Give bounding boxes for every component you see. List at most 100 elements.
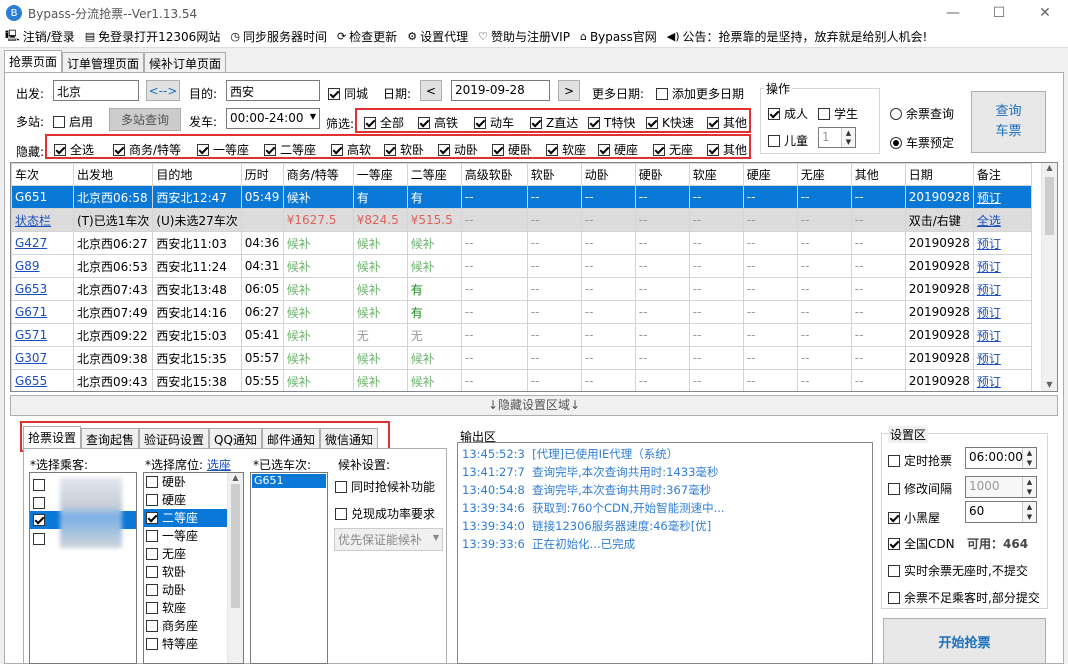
- train-number[interactable]: G653: [11, 277, 74, 301]
- spin-arrows-icon[interactable]: ▲ ▼: [1022, 477, 1036, 497]
- column-header[interactable]: 硬座: [742, 163, 798, 186]
- column-header[interactable]: 车次: [11, 163, 74, 186]
- seat-select-link[interactable]: 选座: [207, 458, 231, 472]
- no-seat-option-check[interactable]: [888, 565, 900, 577]
- from-station-input[interactable]: 北京: [53, 80, 139, 101]
- to-station-input[interactable]: 西安: [226, 80, 320, 101]
- hide-checkbox[interactable]: 二等座: [264, 141, 316, 158]
- seat-check[interactable]: [146, 602, 158, 614]
- column-header[interactable]: 目的地: [152, 163, 242, 186]
- date-input[interactable]: 2019-09-28: [451, 80, 550, 101]
- filter-checkbox[interactable]: 全部: [364, 114, 404, 131]
- hide-check[interactable]: [438, 144, 450, 156]
- tab-ticket-page[interactable]: 抢票页面: [4, 50, 63, 72]
- hide-check[interactable]: [331, 144, 343, 156]
- train-row[interactable]: G655 北京西09:43 西安北15:38 05:55 候补 候补 候补 -- -- -- -- -…: [11, 369, 1032, 391]
- seat-check[interactable]: [146, 476, 158, 488]
- enable-checkbox[interactable]: 启用: [53, 113, 93, 130]
- seat-check[interactable]: [146, 638, 158, 650]
- child-checkbox[interactable]: 儿童: [768, 132, 808, 149]
- seat-check[interactable]: [146, 494, 158, 506]
- filter-checkbox[interactable]: Z直达: [530, 114, 578, 131]
- student-check[interactable]: [818, 108, 830, 120]
- train-number[interactable]: G655: [11, 369, 74, 391]
- cdn-check[interactable]: [888, 538, 900, 550]
- menu-item-4[interactable]: ⚙ 设置代理: [402, 28, 473, 45]
- passenger-check[interactable]: [33, 497, 45, 509]
- filter-check[interactable]: [418, 117, 430, 129]
- column-header[interactable]: 二等座: [406, 163, 462, 186]
- train-row[interactable]: G571 北京西09:22 西安北15:03 05:41 候补无无 -- -- -- -- -- -…: [11, 323, 1032, 347]
- hide-checkbox[interactable]: 高软: [331, 141, 371, 158]
- passenger-item[interactable]: [33, 478, 49, 492]
- hide-checkbox[interactable]: 硬座: [598, 141, 638, 158]
- add-more-dates-checkbox[interactable]: 添加更多日期: [656, 85, 744, 102]
- settings-tab[interactable]: QQ通知: [209, 428, 262, 448]
- spin-arrows-icon[interactable]: ▲ ▼: [1022, 448, 1036, 468]
- selected-train-item[interactable]: G651: [252, 474, 326, 488]
- hide-checkbox[interactable]: 动卧: [438, 141, 478, 158]
- book-link[interactable]: 预订: [972, 346, 1032, 370]
- hide-check[interactable]: [598, 144, 610, 156]
- status-row[interactable]: 状态栏 (T)已选1车次 (U)未选27车次 ¥1627.5 ¥824.5 ¥515.5-…: [11, 208, 1032, 232]
- hide-checkbox[interactable]: 商务/特等: [113, 141, 181, 158]
- table-scrollbar[interactable]: ▲ ▼: [1041, 163, 1057, 391]
- tab-waitlist-order[interactable]: 候补订单页面: [144, 52, 227, 72]
- interval-check[interactable]: [888, 483, 900, 495]
- passenger-check[interactable]: [33, 533, 45, 545]
- menu-item-1[interactable]: ▤ 免登录打开12306网站: [80, 28, 226, 45]
- column-header[interactable]: 软卧: [526, 163, 582, 186]
- maximize-button[interactable]: ☐: [976, 0, 1022, 26]
- column-header[interactable]: 备注: [972, 163, 1032, 186]
- seat-check[interactable]: [146, 584, 158, 596]
- menu-item-5[interactable]: ♡ 赞助与注册VIP: [473, 28, 575, 45]
- add-more-dates-check[interactable]: [656, 88, 668, 100]
- settings-tab[interactable]: 验证码设置: [139, 428, 210, 448]
- enable-check[interactable]: [53, 116, 65, 128]
- same-city-checkbox[interactable]: 同城: [328, 85, 368, 102]
- filter-checkbox[interactable]: 高铁: [418, 114, 458, 131]
- book-link[interactable]: 全选: [972, 208, 1032, 232]
- hide-checkbox[interactable]: 软座: [546, 141, 586, 158]
- scroll-up-icon[interactable]: ▲: [228, 473, 243, 482]
- book-link[interactable]: 预订: [972, 323, 1032, 347]
- selected-train-list[interactable]: G651: [250, 472, 328, 664]
- hide-check[interactable]: [707, 144, 719, 156]
- close-button[interactable]: ✕: [1022, 0, 1068, 26]
- adult-check[interactable]: [768, 108, 780, 120]
- hide-check[interactable]: [546, 144, 558, 156]
- remain-query-radio-dot[interactable]: [890, 108, 902, 120]
- filter-checkbox[interactable]: K快速: [646, 114, 694, 131]
- hide-check[interactable]: [384, 144, 396, 156]
- seat-check[interactable]: [146, 530, 158, 542]
- no-seat-option-checkbox[interactable]: 实时余票无座时,不提交: [888, 562, 1028, 579]
- remain-query-radio[interactable]: 余票查询: [890, 105, 954, 122]
- partial-submit-check[interactable]: [888, 592, 900, 604]
- train-row[interactable]: G427 北京西06:27 西安北11:03 04:36 候补 候补 候补 -- -- -- -- -…: [11, 231, 1032, 255]
- filter-check[interactable]: [364, 117, 376, 129]
- seat-check[interactable]: [146, 512, 158, 524]
- depart-time-select[interactable]: 00:00-24:00 ▼: [226, 108, 320, 129]
- train-number[interactable]: G427: [11, 231, 74, 255]
- blackroom-checkbox[interactable]: 小黑屋: [888, 509, 940, 526]
- hide-checkbox[interactable]: 其他: [707, 141, 747, 158]
- timed-check[interactable]: [888, 455, 900, 467]
- seat-check[interactable]: [146, 548, 158, 560]
- train-row[interactable]: G653 北京西07:43 西安北13:48 06:05 候补 候补有 -- -- -- -- --…: [11, 277, 1032, 301]
- menu-item-3[interactable]: ⟳ 检查更新: [332, 28, 402, 45]
- spin-arrows-icon[interactable]: ▲ ▼: [841, 128, 855, 147]
- toggle-settings-bar[interactable]: ↓隐藏设置区域↓: [10, 395, 1058, 416]
- hide-checkbox[interactable]: 全选: [54, 141, 94, 158]
- menu-item-7[interactable]: ◀) 公告：抢票靠的是坚持，放弃就是给别人机会!: [662, 28, 933, 45]
- seat-check[interactable]: [146, 620, 158, 632]
- next-date-button[interactable]: >: [558, 80, 580, 101]
- timed-value-stepper[interactable]: 06:00:00 ▲ ▼: [965, 447, 1037, 469]
- book-link[interactable]: 预订: [972, 277, 1032, 301]
- child-check[interactable]: [768, 135, 780, 147]
- waitlist-priority-select[interactable]: 优先保证能候补 ▼: [334, 528, 443, 551]
- passenger-item[interactable]: [33, 532, 49, 546]
- hide-check[interactable]: [492, 144, 504, 156]
- book-link[interactable]: 预订: [972, 254, 1032, 278]
- train-row[interactable]: G671 北京西07:49 西安北14:16 06:27 候补 候补有 -- -- -- -- --…: [11, 300, 1032, 324]
- success-rate-check[interactable]: [335, 508, 347, 520]
